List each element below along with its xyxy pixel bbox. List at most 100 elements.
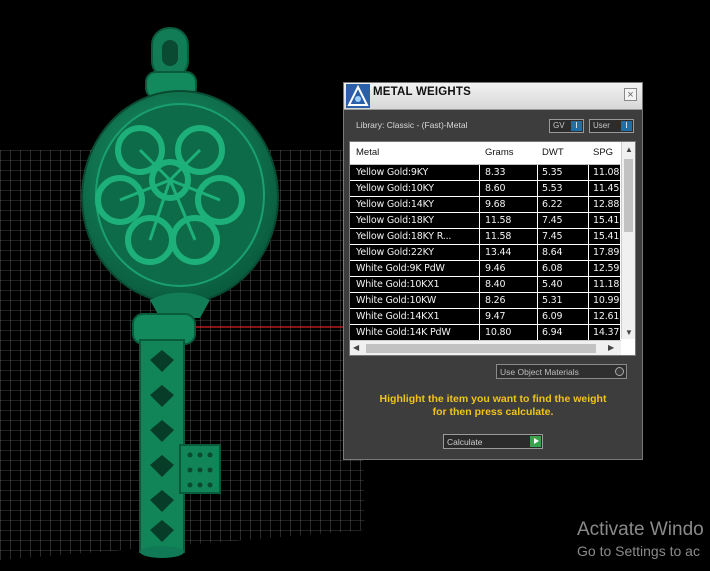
column-separator [479,165,480,180]
cell-dwt: 7.45 [542,231,563,242]
scroll-down-icon[interactable]: ▼ [625,328,633,337]
library-label: Library: Classic - (Fast)-Metal [356,120,468,130]
column-separator [588,197,589,212]
column-separator [479,197,480,212]
hint-line-2: for then press calculate. [432,406,554,418]
cell-spg: 15.41 [593,215,620,226]
column-separator [537,229,538,244]
hint-line-1: Highlight the item you want to find the … [379,393,607,405]
column-header-grams[interactable]: Grams [485,147,514,158]
table-header: Metal Grams DWT SPG [350,142,620,165]
cell-grams: 10.80 [485,327,512,338]
column-separator [588,213,589,228]
column-separator [537,197,538,212]
cell-dwt: 7.45 [542,215,563,226]
radio-icon[interactable] [615,367,624,376]
cell-grams: 11.58 [485,215,512,226]
cell-spg: 11.08 [593,167,620,178]
cell-metal: White Gold:10KX1 [356,279,440,290]
panel-titlebar[interactable]: METAL WEIGHTS × [344,83,642,110]
column-separator [588,229,589,244]
cell-metal: Yellow Gold:9KY [356,167,429,178]
gv-toggle[interactable]: GV I [549,119,584,133]
cell-dwt: 8.64 [542,247,563,258]
use-object-materials-option[interactable]: Use Object Materials [496,364,627,379]
cell-grams: 9.47 [485,311,506,322]
column-separator [537,181,538,196]
cell-spg: 12.59 [593,263,620,274]
calculate-button[interactable]: Calculate [443,434,543,449]
cell-metal: White Gold:14KX1 [356,311,440,322]
column-separator [537,213,538,228]
column-separator [537,165,538,180]
column-separator [479,309,480,324]
column-header-metal[interactable]: Metal [356,147,379,158]
cell-metal: White Gold:14K PdW [356,327,451,338]
table-row[interactable]: White Gold:14K PdW 10.80 6.94 14.37 [350,325,620,341]
cell-grams: 8.26 [485,295,506,306]
table-body: Yellow Gold:9KY 8.33 5.35 11.08 Yellow Gold:… [350,165,620,341]
column-separator [537,245,538,260]
column-separator [588,325,589,340]
column-separator [588,277,589,292]
column-separator [588,293,589,308]
vertical-scrollbar[interactable]: ▲ ▼ [621,142,635,339]
cell-metal: White Gold:9K PdW [356,263,445,274]
app-logo-icon [346,84,370,108]
metal-weights-panel: METAL WEIGHTS × Library: Classic - (Fast… [343,82,643,460]
horizontal-scrollbar[interactable]: ◀ ▶ [350,340,621,355]
column-separator [588,165,589,180]
table-row[interactable]: Yellow Gold:14KY 9.68 6.22 12.88 [350,197,620,213]
cell-grams: 11.58 [485,231,512,242]
table-row[interactable]: Yellow Gold:18KY R... 11.58 7.45 15.41 [350,229,620,245]
column-separator [479,181,480,196]
vertical-scroll-thumb[interactable] [624,159,633,232]
cell-metal: Yellow Gold:18KY R... [356,231,452,242]
panel-title: METAL WEIGHTS [373,86,472,98]
cell-dwt: 6.09 [542,311,563,322]
column-separator [588,261,589,276]
use-object-materials-label: Use Object Materials [500,367,579,377]
column-separator [479,325,480,340]
column-separator [479,261,480,276]
metal-table: Metal Grams DWT SPG Yellow Gold:9KY 8.33 5… [349,141,636,356]
horizontal-scroll-thumb[interactable] [366,344,596,353]
table-row[interactable]: Yellow Gold:18KY 11.58 7.45 15.41 [350,213,620,229]
cell-dwt: 5.40 [542,279,563,290]
cell-grams: 8.33 [485,167,506,178]
cell-grams: 9.68 [485,199,506,210]
column-separator [479,213,480,228]
cell-grams: 13.44 [485,247,512,258]
column-separator [537,309,538,324]
table-row[interactable]: White Gold:10KX1 8.40 5.40 11.18 [350,277,620,293]
table-row[interactable]: White Gold:9K PdW 9.46 6.08 12.59 [350,261,620,277]
close-icon[interactable]: × [624,88,637,101]
cell-dwt: 5.31 [542,295,563,306]
column-header-spg[interactable]: SPG [593,147,613,158]
cell-spg: 14.37 [593,327,620,338]
activation-watermark-subtitle: Go to Settings to ac [577,543,700,559]
cell-dwt: 6.08 [542,263,563,274]
cell-grams: 8.40 [485,279,506,290]
scroll-left-icon[interactable]: ◀ [353,343,359,352]
scroll-right-icon[interactable]: ▶ [608,343,614,352]
user-toggle[interactable]: User I [589,119,634,133]
scroll-up-icon[interactable]: ▲ [625,145,633,154]
column-separator [537,261,538,276]
table-row[interactable]: Yellow Gold:9KY 8.33 5.35 11.08 [350,165,620,181]
cell-spg: 11.45 [593,183,620,194]
table-row[interactable]: White Gold:10KW 8.26 5.31 10.99 [350,293,620,309]
cell-metal: Yellow Gold:14KY [356,199,434,210]
column-separator [479,277,480,292]
column-separator [479,245,480,260]
column-header-dwt[interactable]: DWT [542,147,564,158]
table-row[interactable]: White Gold:14KX1 9.47 6.09 12.61 [350,309,620,325]
cell-spg: 11.18 [593,279,620,290]
table-row[interactable]: Yellow Gold:22KY 13.44 8.64 17.89 [350,245,620,261]
cell-spg: 10.99 [593,295,620,306]
cell-dwt: 5.53 [542,183,563,194]
column-separator [537,325,538,340]
column-separator [588,245,589,260]
column-separator [479,293,480,308]
table-row[interactable]: Yellow Gold:10KY 8.60 5.53 11.45 [350,181,620,197]
